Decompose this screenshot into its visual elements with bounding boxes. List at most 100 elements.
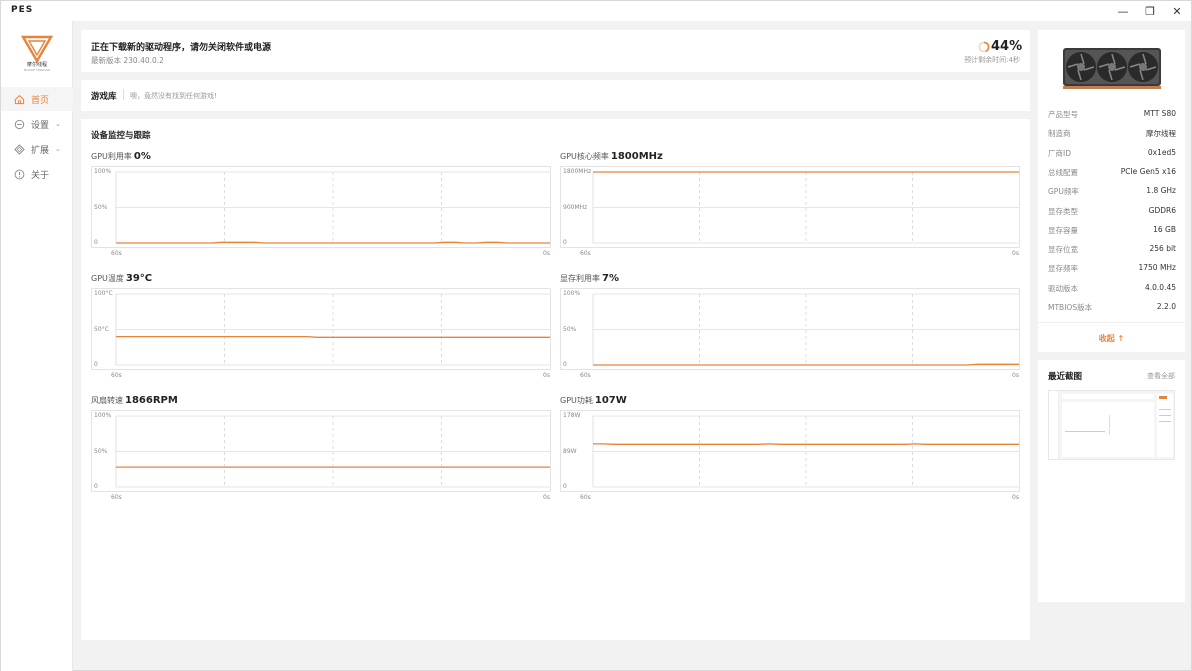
chart-value: 7% [602, 273, 619, 284]
y-tick-label: 0 [563, 361, 567, 368]
chart-label: GPU核心频率 [560, 152, 609, 161]
x-tick-start: 60s [580, 372, 591, 379]
device-info-row: 产品型号 MTT S80 [1048, 109, 1176, 121]
device-info-key: 总线配置 [1048, 167, 1078, 177]
device-info-key: 显存频率 [1048, 264, 1078, 274]
device-info-key: MTBIOS版本 [1048, 303, 1093, 312]
series-line [116, 335, 550, 338]
device-info-key: 显存容量 [1048, 225, 1078, 235]
device-info-value: 1750 MHz [1138, 263, 1176, 273]
divider [123, 89, 124, 100]
chart-svg [592, 415, 1019, 488]
chart-plot: 100% 50% 0 [91, 166, 551, 248]
chart-title: GPU利用率 0% [91, 151, 151, 162]
close-button[interactable]: ✕ [1165, 3, 1189, 19]
chart-svg [115, 415, 550, 488]
series-line [593, 363, 1019, 366]
device-info-key: 厂商ID [1048, 148, 1071, 158]
chart-label: GPU温度 [91, 274, 124, 283]
sidebar-item-label: 设置 [31, 120, 50, 131]
series-line [116, 241, 550, 244]
chart-label: 显存利用率 [560, 274, 600, 283]
sidebar-item-label: 关于 [31, 170, 50, 181]
y-tick-label: 50% [563, 325, 577, 333]
chart-title: 显存利用率 7% [560, 273, 619, 284]
minimize-button[interactable]: — [1111, 3, 1135, 19]
sidebar: 摩尔线程 MOORE THREADS 首页 设置 ⌄ 扩展 ⌄ 关于 [1, 21, 73, 671]
home-icon [13, 93, 25, 105]
device-info-key: 制造商 [1048, 129, 1071, 139]
y-tick-label: 0 [563, 239, 567, 246]
device-info-value: 4.0.0.45 [1144, 282, 1176, 292]
progress-ring-icon [978, 41, 990, 53]
chart-title: 风扇转速 1866RPM [91, 395, 178, 406]
device-info-value: MTT S80 [1143, 109, 1176, 118]
chart-label: GPU利用率 [91, 152, 132, 161]
app-title: PES [11, 5, 34, 15]
device-info-row: 总线配置 PCIe Gen5 x16 [1048, 167, 1176, 179]
x-tick-end: 0s [1012, 250, 1019, 257]
info-icon [13, 168, 25, 180]
y-tick-label: 100% [94, 168, 112, 175]
device-info-key: 显存位宽 [1048, 245, 1078, 255]
chart-value: 107W [594, 395, 627, 406]
driver-download-banner: 正在下载新的驱动程序，请勿关闭软件或电源 最新版本 230.40.0.2 44%… [81, 30, 1030, 72]
y-tick-label: 100% [94, 412, 112, 419]
download-title: 正在下载新的驱动程序，请勿关闭软件或电源 [91, 43, 272, 53]
chart-svg [115, 171, 550, 244]
device-info-key: 产品型号 [1048, 110, 1078, 119]
game-library-empty: 噢，竟然没有找到任何游戏! [130, 92, 217, 100]
x-tick-start: 60s [111, 494, 122, 501]
chart-svg [592, 293, 1019, 366]
sidebar-item-about[interactable]: 关于 [1, 162, 73, 186]
game-library-card: 游戏库 噢，竟然没有找到任何游戏! [81, 80, 1030, 111]
x-tick-end: 0s [1012, 494, 1019, 501]
device-info-value: GDDR6 [1148, 205, 1176, 215]
device-info-value: 1.8 GHz [1146, 186, 1176, 196]
chart-title: GPU核心频率 1800MHz [560, 151, 663, 162]
view-all-link[interactable]: 查看全部 [1147, 371, 1175, 381]
chart-plot: 178W 89W 0 [560, 410, 1020, 492]
x-tick-end: 0s [543, 250, 550, 257]
device-monitor-card: 设备监控与跟踪 GPU利用率 0% 100% 50% 0 60s 0s GPU核心频率 1800… [81, 119, 1030, 640]
chart-label: GPU功耗 [560, 396, 593, 405]
x-tick-end: 0s [543, 494, 550, 501]
chart-value: 1800MHz [610, 151, 663, 162]
x-tick-start: 60s [111, 250, 122, 257]
device-info-row: 制造商 摩尔线程 [1048, 128, 1176, 140]
device-info-value: 0x1ed5 [1147, 147, 1176, 157]
y-tick-label: 0 [563, 483, 567, 490]
collapse-button[interactable]: 收起 ↑ [1038, 333, 1185, 344]
y-tick-label: 1800MHz [563, 168, 592, 175]
app-window: PES — ❐ ✕ 摩尔线程 MOORE THREADS 首页 设置 ⌄ 扩展 … [0, 0, 1192, 671]
game-library-title: 游戏库 [91, 92, 117, 102]
chart-title: GPU功耗 107W [560, 395, 627, 406]
settings-icon [13, 118, 25, 130]
chart-svg [592, 171, 1019, 244]
restore-button[interactable]: ❐ [1138, 3, 1162, 19]
chevron-down-icon: ⌄ [55, 120, 61, 128]
title-bar: PES — ❐ ✕ [1, 1, 1191, 21]
sidebar-item-home[interactable]: 首页 [1, 87, 73, 111]
sidebar-item-label: 扩展 [31, 145, 50, 156]
sidebar-item-settings[interactable]: 设置 ⌄ [1, 112, 73, 136]
chart-value: 0% [133, 151, 151, 162]
device-info-row: 显存频率 1750 MHz [1048, 263, 1176, 275]
y-tick-label: 50°C [94, 325, 109, 333]
y-tick-label: 0 [94, 361, 98, 368]
download-percent: 44% [991, 39, 1023, 54]
brand-name: 摩尔线程 [26, 62, 47, 68]
device-info-row: 显存类型 GDDR6 [1048, 206, 1176, 218]
y-tick-label: 50% [94, 203, 108, 211]
y-tick-label: 89W [563, 447, 577, 455]
sidebar-item-extensions[interactable]: 扩展 ⌄ [1, 137, 73, 161]
download-remaining: 预计剩余时间:4秒 [964, 56, 1020, 64]
y-tick-label: 178W [563, 412, 581, 419]
screenshot-thumbnail[interactable] [1048, 390, 1175, 460]
device-info-row: 厂商ID 0x1ed5 [1048, 148, 1176, 160]
chevron-down-icon: ⌄ [55, 145, 61, 153]
device-info-value: 摩尔线程 [1146, 129, 1176, 139]
chart-plot: 100% 50% 0 [560, 288, 1020, 370]
device-info-value: 256 bit [1149, 244, 1176, 254]
chart-plot: 100°C 50°C 0 [91, 288, 551, 370]
